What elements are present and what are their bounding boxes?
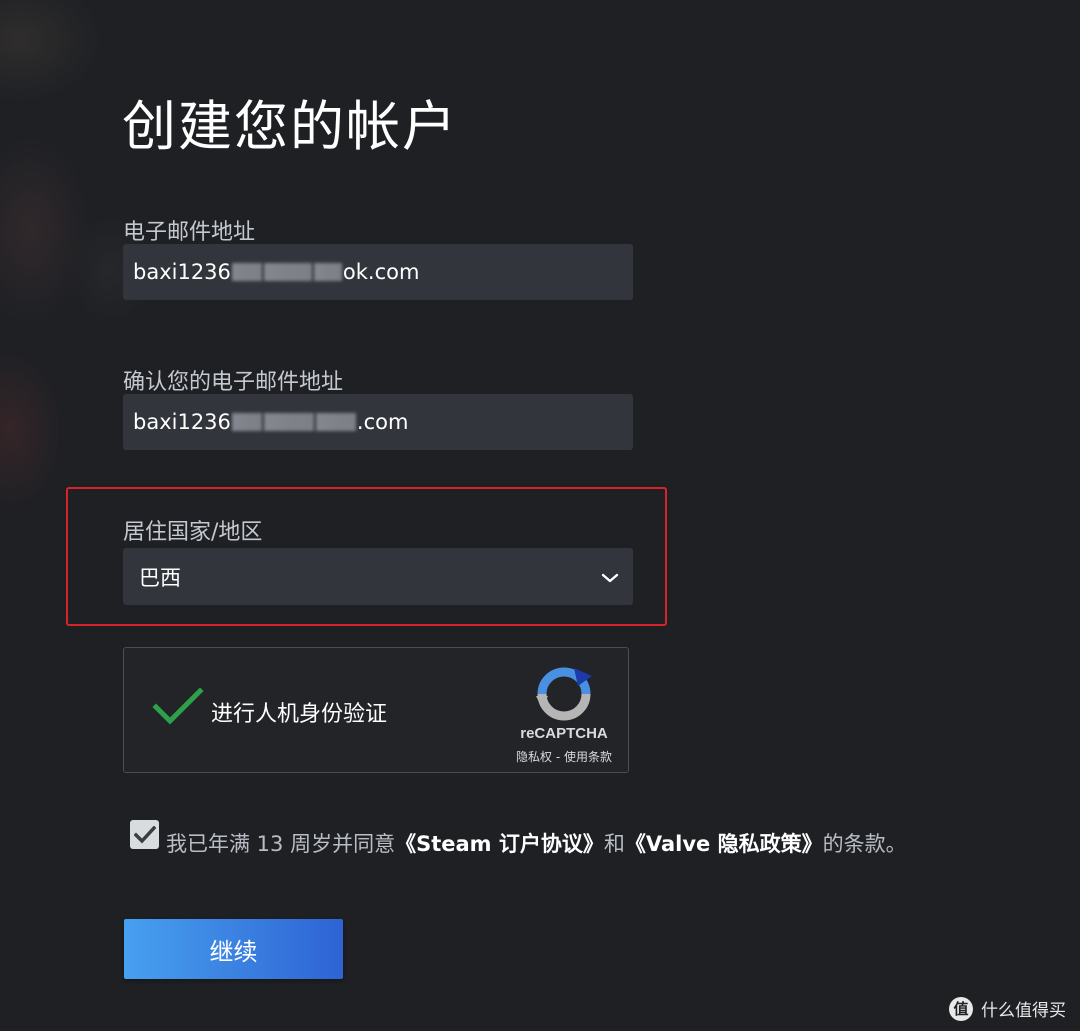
page-title: 创建您的帐户: [122, 95, 458, 158]
continue-button[interactable]: 继续: [124, 919, 343, 979]
recaptcha-label: 进行人机身份验证: [211, 702, 388, 727]
redaction-mark: [313, 263, 342, 281]
check-icon: [133, 825, 156, 844]
agreement-prefix: 我已年满 13 周岁并同意: [166, 832, 396, 856]
recaptcha-brand: reCAPTCHA: [520, 725, 608, 742]
redaction-mark: [231, 413, 262, 431]
confirm-email-value-end: .com: [356, 410, 409, 434]
watermark-logo: 值: [949, 996, 973, 1021]
agree-checkbox[interactable]: [130, 820, 159, 849]
country-selected-value: 巴西: [139, 565, 181, 590]
email-value-start: baxi1236: [133, 260, 231, 284]
confirm-email-label: 确认您的电子邮件地址: [123, 370, 344, 395]
email-label: 电子邮件地址: [123, 220, 256, 245]
chevron-down-icon: [601, 565, 619, 589]
recaptcha-terms-link[interactable]: 隐私权 - 使用条款: [494, 748, 634, 765]
redaction-mark: [263, 263, 312, 281]
agreement-suffix: 的条款。: [822, 832, 907, 856]
watermark: 值 什么值得买: [949, 996, 1066, 1021]
recaptcha-widget: 进行人机身份验证 reCAPTCHA 隐私权 - 使用条款: [123, 647, 629, 773]
country-select[interactable]: 巴西: [123, 548, 633, 605]
country-label: 居住国家/地区: [123, 520, 263, 545]
redaction-mark: [315, 413, 356, 431]
email-value-end: ok.com: [342, 260, 420, 284]
checkmark-icon[interactable]: [152, 686, 204, 728]
privacy-policy-link[interactable]: 《Valve 隐私政策》: [625, 832, 823, 856]
email-field[interactable]: baxi1236 ok.com: [123, 244, 633, 300]
agreement-text: 我已年满 13 周岁并同意《Steam 订户协议》和《Valve 隐私政策》的条…: [166, 828, 907, 858]
confirm-email-field[interactable]: baxi1236 .com: [123, 394, 633, 450]
redaction-mark: [263, 413, 314, 431]
recaptcha-logo-icon: [536, 666, 592, 722]
agreement-middle: 和: [603, 832, 625, 856]
watermark-text: 什么值得买: [981, 1001, 1066, 1021]
subscriber-agreement-link[interactable]: 《Steam 订户协议》: [395, 832, 604, 856]
confirm-email-value-start: baxi1236: [133, 410, 231, 434]
redaction-mark: [231, 263, 262, 281]
